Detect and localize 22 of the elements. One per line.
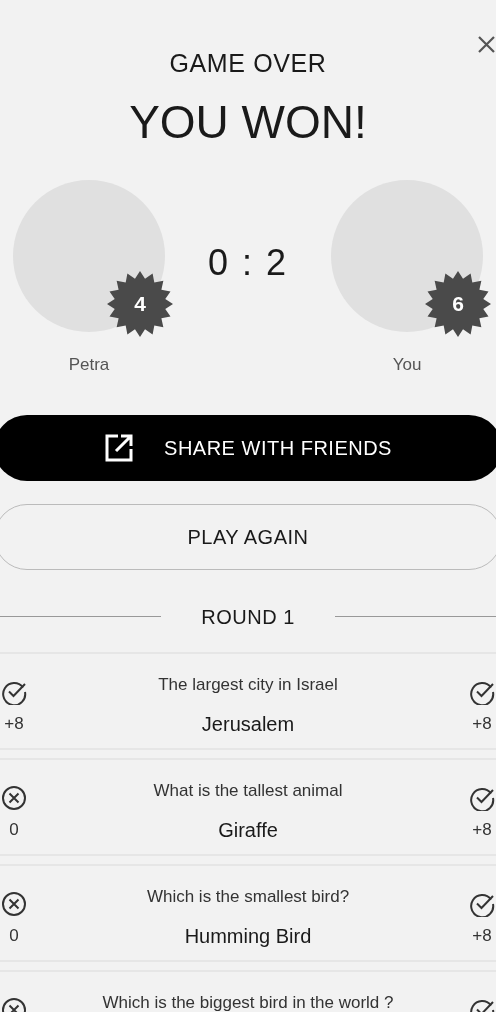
question-text: Which is the biggest bird in the world ? xyxy=(102,991,394,1012)
points: +8 xyxy=(4,712,24,735)
player-name: You xyxy=(392,354,422,376)
points: +8 xyxy=(472,924,492,947)
question-text: What is the tallest animal xyxy=(153,779,343,802)
points: +8 xyxy=(472,712,492,735)
points: 0 xyxy=(9,924,19,947)
share-icon xyxy=(104,432,135,463)
score: 0 : 2 xyxy=(207,241,289,285)
share-button[interactable]: SHARE WITH FRIENDS xyxy=(0,414,496,481)
answer-text: Jerusalem xyxy=(201,712,295,737)
close-icon[interactable] xyxy=(477,35,496,54)
question-text: Which is the smallest bird? xyxy=(146,885,350,908)
question-text: The largest city in Israel xyxy=(158,673,338,696)
answer-text: Humming Bird xyxy=(184,924,312,949)
answer-text: Giraffe xyxy=(218,818,278,843)
subtitle: GAME OVER xyxy=(169,48,327,78)
points: 0 xyxy=(9,818,19,841)
title: YOU WON! xyxy=(129,95,367,150)
points: +8 xyxy=(472,818,492,841)
player-name: Petra xyxy=(68,354,110,376)
round-heading: ROUND 1 xyxy=(201,604,295,630)
